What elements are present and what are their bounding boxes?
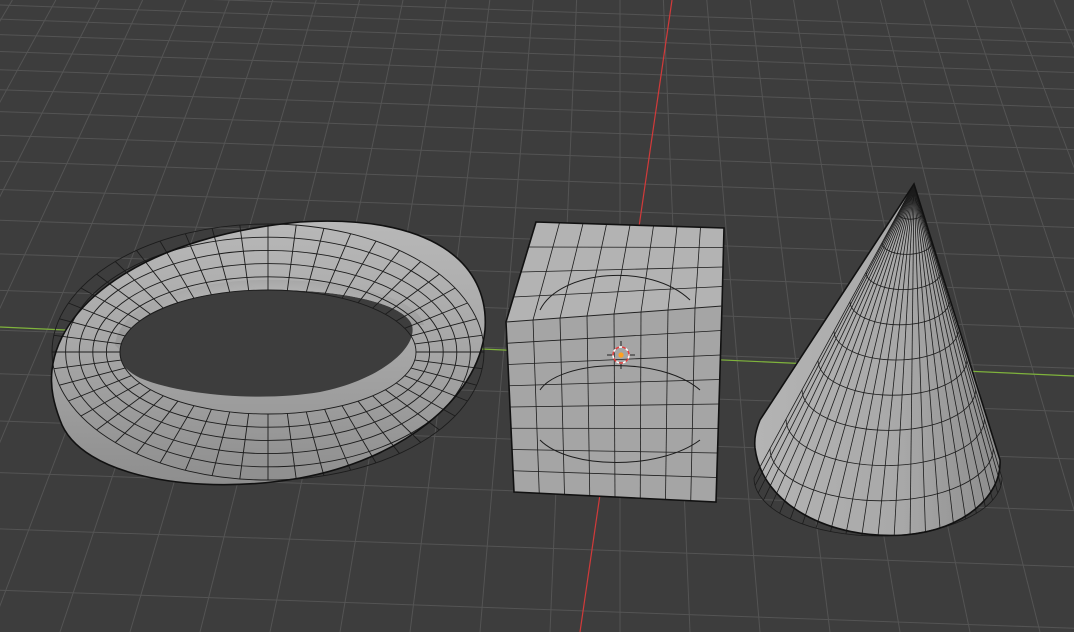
grid-line: [0, 0, 13, 23]
cube-object[interactable]: [505, 221, 725, 503]
grid-line: [0, 89, 1074, 129]
grid-line: [0, 134, 1074, 174]
grid-line: [211, 0, 1074, 31]
object-origin-dot: [618, 352, 624, 358]
torus-object[interactable]: [50, 220, 487, 486]
grid-line: [0, 50, 1074, 90]
grid-line: [0, 589, 1074, 629]
grid-line: [0, 18, 1074, 58]
grid-line: [0, 69, 1074, 109]
cone-object[interactable]: [753, 182, 1003, 537]
grid-line: [966, 0, 1074, 319]
grid-line: [1010, 0, 1074, 169]
grid-line: [749, 0, 831, 632]
cone-body: [754, 184, 1001, 536]
grid-line: [0, 34, 1074, 74]
3d-viewport[interactable]: [0, 0, 1074, 632]
grid-line: [0, 0, 57, 104]
viewport-canvas[interactable]: [0, 0, 1074, 632]
grid-line: [1053, 0, 1074, 49]
cube-edge: [528, 246, 724, 248]
